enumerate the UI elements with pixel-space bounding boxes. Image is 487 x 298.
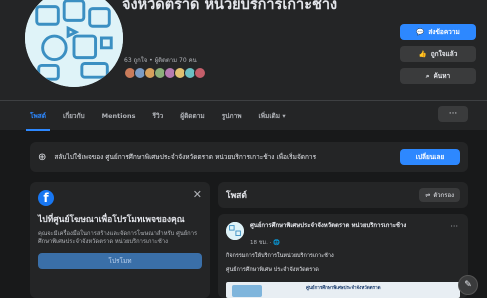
image-thumbnail xyxy=(232,285,262,297)
tab-mentions[interactable]: Mentions xyxy=(102,101,136,131)
post-text-line: ศูนย์การศึกษาพิเศษ ประจำจังหวัดตราด xyxy=(226,267,319,273)
follower-avatars[interactable] xyxy=(124,67,206,79)
page-tabs: โพสต์ เกี่ยวกับ Mentions รีวิว ผู้ติดตาม… xyxy=(0,100,487,131)
education-logo-icon xyxy=(25,0,123,87)
more-options-button[interactable]: ··· xyxy=(438,106,468,122)
edit-icon[interactable]: ✎ xyxy=(458,275,478,295)
post-card: ศูนย์การศึกษาพิเศษประจำจังหวัดตราด หน่วย… xyxy=(218,214,468,298)
liked-button[interactable]: 👍 ถูกใจแล้ว xyxy=(400,46,476,62)
switch-now-button[interactable]: เปลี่ยนเลย xyxy=(400,149,460,165)
post-image-banner: ศูนย์การศึกษาพิเศษประจำจังหวัดตราด xyxy=(306,286,381,291)
promo-description: คุณจะมีเครื่องมือในการสร้างและจัดการโฆษณ… xyxy=(38,231,198,245)
education-logo-icon xyxy=(226,222,244,240)
posts-title: โพสต์ xyxy=(226,191,247,201)
promo-title: ไปที่ศูนย์โฆษณาเพื่อโปรโมทเพจของคุณ xyxy=(38,215,185,225)
filter-icon: ⇌ xyxy=(425,191,431,199)
facebook-logo-icon: f xyxy=(38,190,54,206)
page-title-text: จังหวัดตราด หน่วยบริการเกาะช้าง xyxy=(122,0,338,13)
tab-about[interactable]: เกี่ยวกับ xyxy=(63,101,85,131)
post-author-name[interactable]: ศูนย์การศึกษาพิเศษประจำจังหวัดตราด หน่วย… xyxy=(250,222,430,230)
page-title: จังหวัดตราด หน่วยบริการเกาะช้าง xyxy=(122,0,382,15)
post-image[interactable]: ศูนย์การศึกษาพิเศษประจำจังหวัดตราด xyxy=(226,282,460,298)
promote-button[interactable]: โปรโมท xyxy=(38,253,202,269)
search-button[interactable]: ⌕ ค้นหา xyxy=(400,68,476,84)
tab-photos[interactable]: รูปภาพ xyxy=(222,101,242,131)
avatar xyxy=(194,67,206,79)
tab-reviews[interactable]: รีวิว xyxy=(152,101,163,131)
switch-profile-text: สลับไปใช้เพจของ ศูนย์การศึกษาพิเศษประจำจ… xyxy=(54,153,317,161)
post-timestamp[interactable]: 18 ชม. · 🌐 xyxy=(250,239,280,247)
tab-more[interactable]: เพิ่มเติม ▾ xyxy=(259,101,286,131)
message-button-label: ส่งข้อความ xyxy=(428,28,460,36)
filter-button-label: ตัวกรอง xyxy=(433,192,454,199)
messenger-icon: 💬 xyxy=(416,28,425,36)
post-options-button[interactable]: ··· xyxy=(450,222,458,231)
page-header: จังหวัดตราด หน่วยบริการเกาะช้าง 63 ถูกใจ… xyxy=(0,0,487,100)
search-icon: ⌕ xyxy=(425,71,430,80)
close-icon[interactable]: ✕ xyxy=(193,188,202,201)
switch-profile-bar: ⊕ สลับไปใช้เพจของ ศูนย์การศึกษาพิเศษประจ… xyxy=(30,142,468,172)
liked-button-label: ถูกใจแล้ว xyxy=(430,50,458,58)
message-button[interactable]: 💬 ส่งข้อความ xyxy=(400,24,476,40)
page-meta: 63 ถูกใจ • ผู้ติดตาม 70 คน xyxy=(124,57,197,64)
tab-posts[interactable]: โพสต์ xyxy=(26,101,50,131)
post-text-line: กิจกรรมการให้บริการในหน่วยบริการเกาะช้าง xyxy=(226,253,334,259)
ad-center-promo-card: f ✕ ไปที่ศูนย์โฆษณาเพื่อโปรโมทเพจของคุณ … xyxy=(30,182,210,298)
switch-profile-icon: ⊕ xyxy=(38,151,47,163)
search-button-label: ค้นหา xyxy=(433,72,451,80)
posts-header: โพสต์ ⇌ ตัวกรอง xyxy=(218,182,468,208)
filter-button[interactable]: ⇌ ตัวกรอง xyxy=(419,188,460,202)
post-author-avatar[interactable] xyxy=(226,222,244,240)
page-avatar[interactable] xyxy=(22,0,126,90)
tab-followers[interactable]: ผู้ติดตาม xyxy=(180,101,204,131)
thumbs-up-icon: 👍 xyxy=(418,50,427,58)
